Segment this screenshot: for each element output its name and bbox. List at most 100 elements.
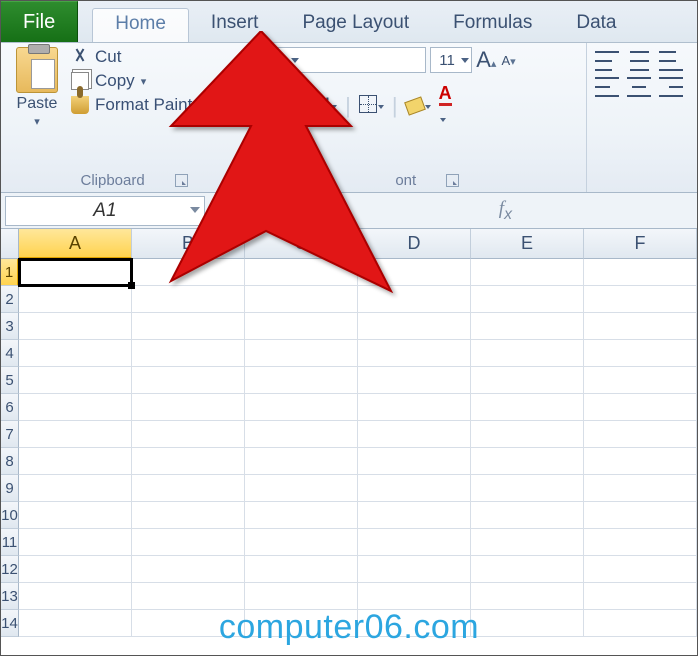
cell-F6[interactable] <box>584 394 697 421</box>
font-size-combo[interactable]: 11 <box>430 47 472 73</box>
cell-B5[interactable] <box>132 367 245 394</box>
cell-C1[interactable] <box>245 259 358 286</box>
cell-B6[interactable] <box>132 394 245 421</box>
cell-A7[interactable] <box>19 421 132 448</box>
select-all-corner[interactable] <box>1 229 19 259</box>
row-header-5[interactable]: 5 <box>1 367 19 394</box>
bold-button[interactable]: B <box>276 93 292 119</box>
tab-page-layout[interactable]: Page Layout <box>280 8 431 42</box>
cell-E7[interactable] <box>471 421 584 448</box>
cell-C9[interactable] <box>245 475 358 502</box>
cell-E1[interactable] <box>471 259 584 286</box>
row-header-12[interactable]: 12 <box>1 556 19 583</box>
cell-E8[interactable] <box>471 448 584 475</box>
tab-data[interactable]: Data <box>554 8 638 42</box>
cell-E10[interactable] <box>471 502 584 529</box>
column-header-B[interactable]: B <box>132 229 245 259</box>
cell-A2[interactable] <box>19 286 132 313</box>
cell-E13[interactable] <box>471 583 584 610</box>
cell-F10[interactable] <box>584 502 697 529</box>
align-bottom-button[interactable] <box>659 51 683 71</box>
cell-F8[interactable] <box>584 448 697 475</box>
column-header-D[interactable]: D <box>358 229 471 259</box>
paste-button[interactable]: Paste ▾ <box>9 47 65 128</box>
font-dialog-launcher[interactable] <box>446 174 459 187</box>
cell-A8[interactable] <box>19 448 132 475</box>
cell-A5[interactable] <box>19 367 132 394</box>
copy-button[interactable]: Copy ▾ <box>71 71 207 91</box>
row-header-11[interactable]: 11 <box>1 529 19 556</box>
tab-insert[interactable]: Insert <box>189 8 281 42</box>
cell-F13[interactable] <box>584 583 697 610</box>
cell-F4[interactable] <box>584 340 697 367</box>
row-header-9[interactable]: 9 <box>1 475 19 502</box>
name-box[interactable]: A1 <box>5 196 205 226</box>
cell-F12[interactable] <box>584 556 697 583</box>
formula-bar-input[interactable] <box>516 196 693 226</box>
row-header-6[interactable]: 6 <box>1 394 19 421</box>
row-header-10[interactable]: 10 <box>1 502 19 529</box>
cell-C10[interactable] <box>245 502 358 529</box>
cell-C13[interactable] <box>245 583 358 610</box>
cell-C3[interactable] <box>245 313 358 340</box>
chevron-down-icon[interactable]: ▾ <box>34 115 40 128</box>
row-header-4[interactable]: 4 <box>1 340 19 367</box>
row-header-3[interactable]: 3 <box>1 313 19 340</box>
grow-font-button[interactable]: A▴ <box>476 47 496 73</box>
cell-E9[interactable] <box>471 475 584 502</box>
column-header-E[interactable]: E <box>471 229 584 259</box>
cell-A10[interactable] <box>19 502 132 529</box>
cell-D2[interactable] <box>358 286 471 313</box>
cell-C7[interactable] <box>245 421 358 448</box>
cell-C2[interactable] <box>245 286 358 313</box>
cell-C6[interactable] <box>245 394 358 421</box>
cell-B13[interactable] <box>132 583 245 610</box>
fx-icon[interactable]: fx <box>499 198 512 224</box>
cell-F7[interactable] <box>584 421 697 448</box>
align-top-button[interactable] <box>595 51 619 71</box>
cell-A6[interactable] <box>19 394 132 421</box>
row-header-1[interactable]: 1 <box>1 259 19 286</box>
cell-B1[interactable] <box>132 259 245 286</box>
cell-B4[interactable] <box>132 340 245 367</box>
cell-B8[interactable] <box>132 448 245 475</box>
cell-F11[interactable] <box>584 529 697 556</box>
cell-D11[interactable] <box>358 529 471 556</box>
cell-E2[interactable] <box>471 286 584 313</box>
cell-D8[interactable] <box>358 448 471 475</box>
cell-B11[interactable] <box>132 529 245 556</box>
align-center-button[interactable] <box>627 77 651 97</box>
cells-area[interactable] <box>19 259 697 657</box>
cell-A12[interactable] <box>19 556 132 583</box>
column-header-C[interactable]: C <box>245 229 358 259</box>
cell-A9[interactable] <box>19 475 132 502</box>
font-name-combo[interactable] <box>276 47 426 73</box>
row-header-7[interactable]: 7 <box>1 421 19 448</box>
cell-E5[interactable] <box>471 367 584 394</box>
column-header-F[interactable]: F <box>584 229 697 259</box>
cell-D5[interactable] <box>358 367 471 394</box>
cell-F5[interactable] <box>584 367 697 394</box>
cell-B7[interactable] <box>132 421 245 448</box>
italic-button[interactable]: I <box>300 93 306 119</box>
cell-F9[interactable] <box>584 475 697 502</box>
align-left-button[interactable] <box>595 77 619 97</box>
shrink-font-button[interactable]: A▾ <box>500 53 515 68</box>
cell-A1[interactable] <box>19 259 132 286</box>
cell-D4[interactable] <box>358 340 471 367</box>
cell-C8[interactable] <box>245 448 358 475</box>
cell-F2[interactable] <box>584 286 697 313</box>
cell-A4[interactable] <box>19 340 132 367</box>
cell-B2[interactable] <box>132 286 245 313</box>
underline-button[interactable]: U <box>314 93 337 119</box>
clipboard-dialog-launcher[interactable] <box>175 174 188 187</box>
cell-D10[interactable] <box>358 502 471 529</box>
cell-D7[interactable] <box>358 421 471 448</box>
cell-D3[interactable] <box>358 313 471 340</box>
row-header-2[interactable]: 2 <box>1 286 19 313</box>
tab-file[interactable]: File <box>1 1 78 42</box>
cell-E12[interactable] <box>471 556 584 583</box>
cell-C4[interactable] <box>245 340 358 367</box>
cell-A3[interactable] <box>19 313 132 340</box>
column-header-A[interactable]: A <box>19 229 132 259</box>
